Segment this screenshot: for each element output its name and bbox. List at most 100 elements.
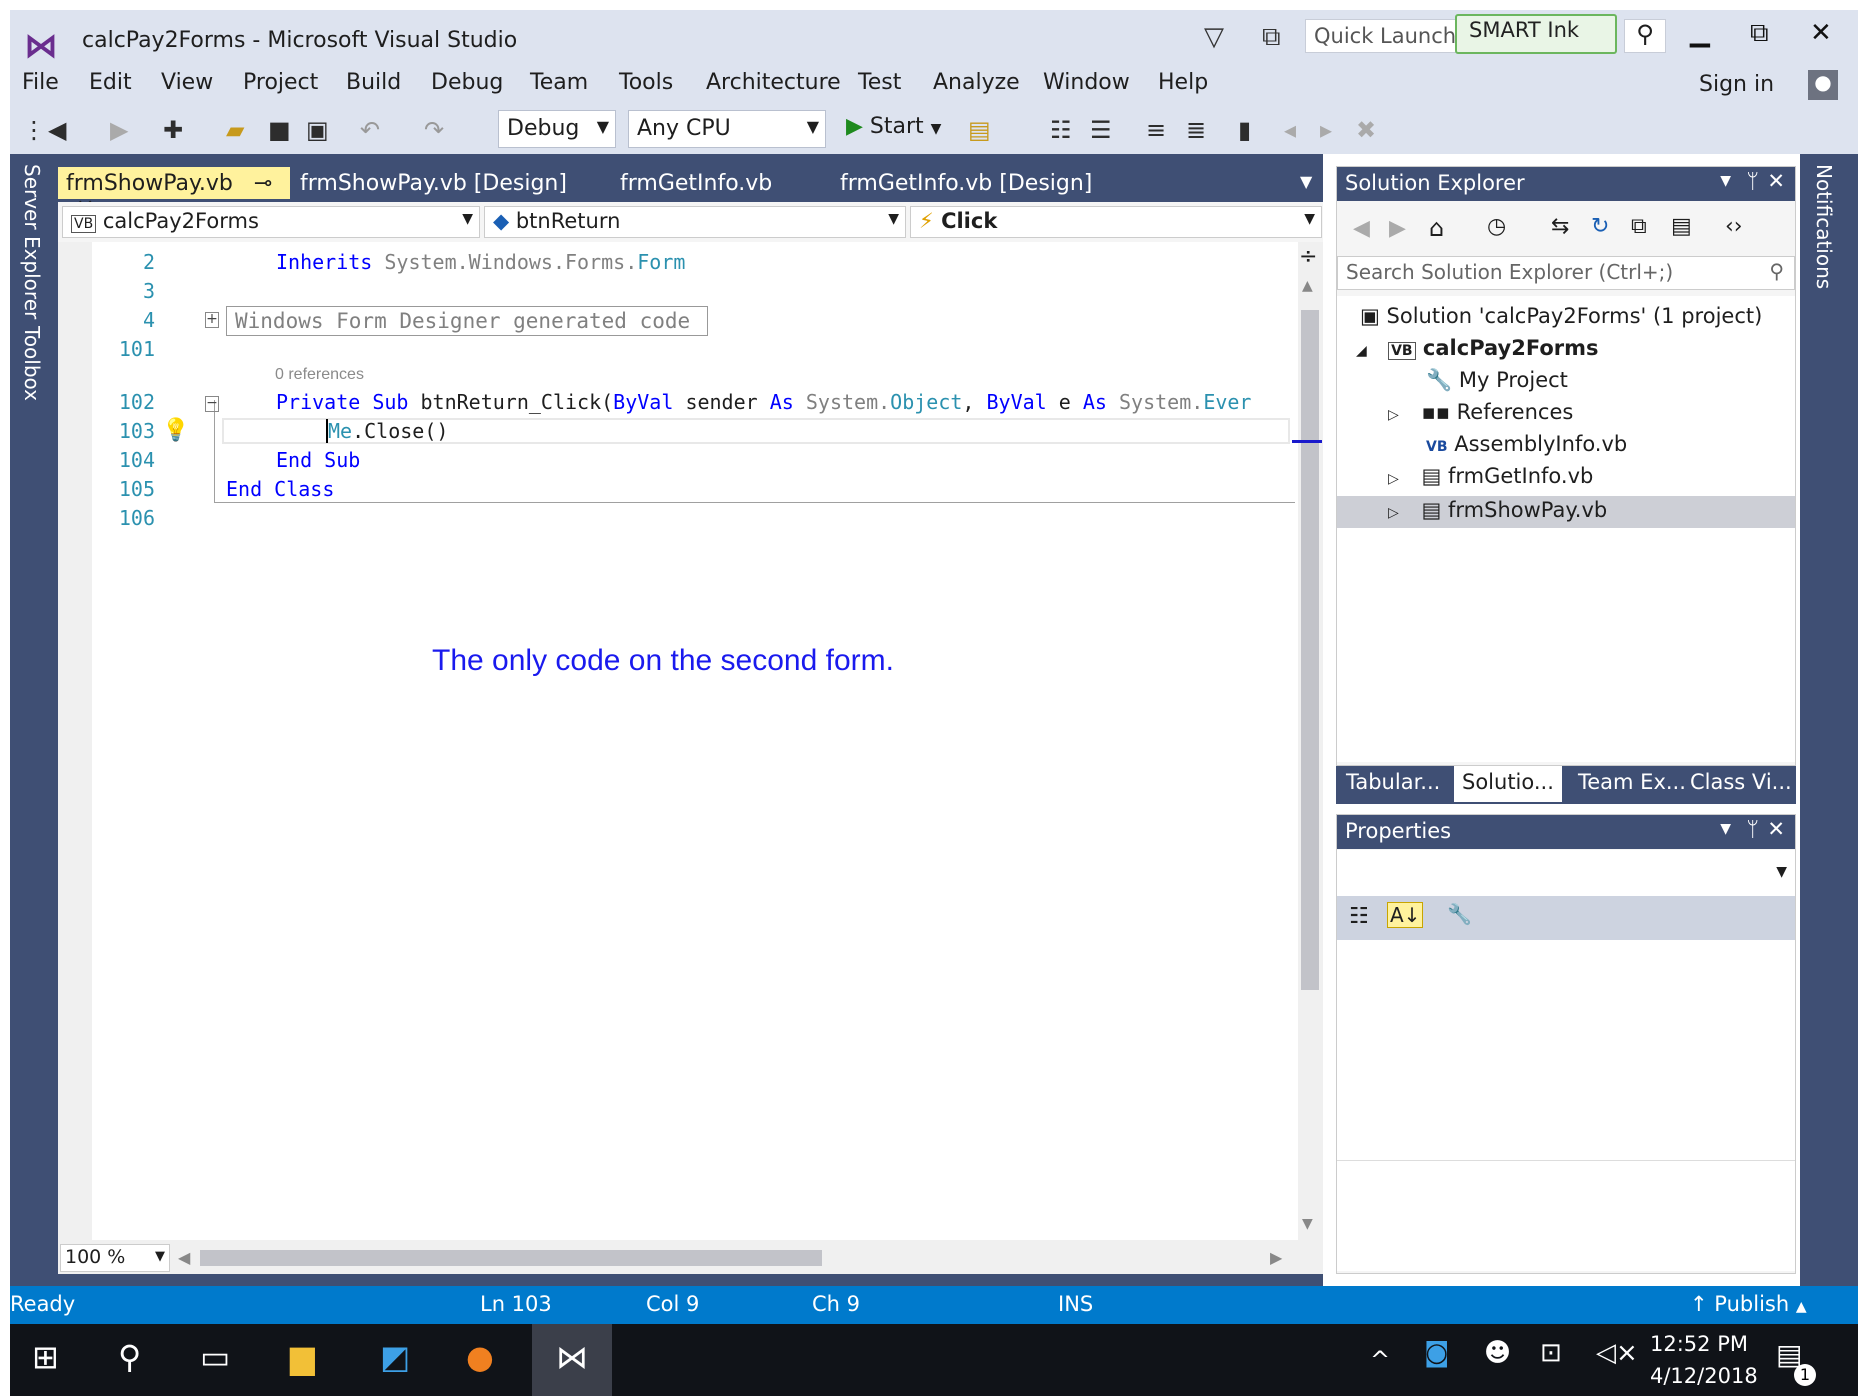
tree-item-solution[interactable]: ▣ Solution 'calcPay2Forms' (1 project) <box>1360 304 1762 328</box>
event-dropdown[interactable]: ⚡ Click ▼ <box>910 206 1322 238</box>
uncomment-icon[interactable]: ≣ <box>1186 116 1206 144</box>
volume-mute-icon[interactable]: ◁× <box>1596 1338 1638 1368</box>
tree-item-frmgetinfo[interactable]: ▷ ▤ frmGetInfo.vb <box>1388 464 1593 488</box>
network-icon[interactable]: ⊡ <box>1540 1338 1562 1368</box>
close-panel-icon[interactable]: ✕ <box>1767 817 1785 841</box>
previous-bookmark-icon[interactable]: ◂ <box>1284 116 1296 144</box>
close-panel-icon[interactable]: ✕ <box>1767 169 1785 193</box>
configuration-select[interactable]: Debug ▼ <box>498 110 616 148</box>
collapsed-region[interactable]: Windows Form Designer generated code <box>226 306 708 336</box>
refresh-icon[interactable]: ↻ <box>1591 214 1609 239</box>
project-dropdown[interactable]: VB calcPay2Forms ▼ <box>62 206 480 238</box>
start-debugging-button[interactable]: ▶ Start ▼ <box>846 114 941 139</box>
sync-icon[interactable]: ⇆ <box>1551 214 1569 239</box>
windows-start-icon[interactable]: ⊞ <box>32 1338 59 1376</box>
zoom-select[interactable]: 100 % ▼ <box>60 1244 170 1272</box>
menu-project[interactable]: Project <box>243 70 318 95</box>
save-all-icon[interactable]: ▣ <box>306 116 329 144</box>
codelens-references[interactable]: 0 references <box>275 366 364 384</box>
tray-bear-icon[interactable]: ☻ <box>1484 1338 1511 1368</box>
expand-arrow-icon[interactable]: ▷ <box>1388 407 1399 423</box>
menu-tools[interactable]: Tools <box>619 70 673 95</box>
redo-icon[interactable]: ↷ <box>424 116 444 144</box>
menu-analyze[interactable]: Analyze <box>933 70 1020 95</box>
clock-time[interactable]: 12:52 PM <box>1650 1332 1748 1356</box>
menu-file[interactable]: File <box>22 70 59 95</box>
tree-item-assemblyinfo[interactable]: VB AssemblyInfo.vb <box>1426 432 1627 456</box>
scroll-right-icon[interactable]: ▶ <box>1270 1248 1282 1267</box>
tree-item-references[interactable]: ▷ ▪▪ References <box>1388 400 1573 424</box>
server-explorer-tab[interactable]: Server Explorer <box>20 164 44 319</box>
tab-frmshowpay-vb[interactable]: frmShowPay.vb ⊸ ✕ <box>58 167 290 221</box>
tab-frmshowpay-design[interactable]: frmShowPay.vb [Design] <box>292 167 575 199</box>
home-icon[interactable]: ⌂ <box>1429 214 1444 242</box>
tab-team-explorer[interactable]: Team Ex... <box>1570 770 1694 794</box>
menu-help[interactable]: Help <box>1158 70 1208 95</box>
tab-tabular[interactable]: Tabular... <box>1338 770 1448 794</box>
sign-in-link[interactable]: Sign in <box>1699 72 1774 97</box>
comment-icon[interactable]: ≡ <box>1146 116 1166 144</box>
menu-window[interactable]: Window <box>1043 70 1130 95</box>
platform-select[interactable]: Any CPU ▼ <box>628 110 826 148</box>
alphabetical-icon[interactable]: A↓ <box>1387 902 1424 928</box>
notes-app-icon[interactable]: ◩ <box>380 1338 410 1376</box>
close-window-button[interactable]: ✕ <box>1810 18 1832 48</box>
toolbox-tab[interactable]: Toolbox <box>20 326 44 401</box>
menu-edit[interactable]: Edit <box>89 70 132 95</box>
find-in-files-icon[interactable]: ▤ <box>968 116 991 144</box>
publish-button[interactable]: ↑ Publish ▲ <box>1690 1292 1807 1316</box>
visual-studio-taskbar-icon[interactable]: ⋈ <box>556 1338 588 1376</box>
minimize-button[interactable]: ▁ <box>1690 18 1710 48</box>
horizontal-scroll-thumb[interactable] <box>200 1250 822 1266</box>
menu-view[interactable]: View <box>161 70 213 95</box>
firefox-icon[interactable]: ● <box>466 1338 494 1376</box>
menu-team[interactable]: Team <box>530 70 588 95</box>
next-bookmark-icon[interactable]: ▸ <box>1320 116 1332 144</box>
open-file-icon[interactable]: ▰ <box>226 116 244 144</box>
undo-icon[interactable]: ↶ <box>360 116 380 144</box>
navigate-back-icon[interactable]: ◀ <box>48 116 66 144</box>
filter-icon[interactable]: ▽ <box>1204 22 1224 52</box>
collapse-all-icon[interactable]: ⧉ <box>1631 214 1647 239</box>
tree-item-frmshowpay[interactable]: ▷ ▤ frmShowPay.vb <box>1388 498 1607 522</box>
scroll-left-icon[interactable]: ◀ <box>178 1248 190 1267</box>
pending-changes-icon[interactable]: ◷ <box>1487 214 1506 239</box>
forward-icon[interactable]: ▶ <box>1389 216 1406 241</box>
file-explorer-icon[interactable]: ▆ <box>290 1338 315 1376</box>
pin-icon[interactable]: ᛘ <box>1746 169 1759 193</box>
vertical-scroll-thumb[interactable] <box>1301 310 1319 990</box>
expand-arrow-icon[interactable]: ▷ <box>1388 505 1399 521</box>
split-editor-icon[interactable]: ÷ <box>1299 244 1317 269</box>
tab-solution-explorer[interactable]: Solutio... <box>1454 766 1562 802</box>
window-position-icon[interactable]: ▼ <box>1720 821 1731 837</box>
search-icon[interactable]: ⚲ <box>118 1338 141 1376</box>
navigate-forward-icon[interactable]: ▶ <box>110 116 128 144</box>
tree-item-my-project[interactable]: 🔧 My Project <box>1426 368 1568 393</box>
window-position-icon[interactable]: ▼ <box>1720 173 1731 189</box>
smart-ink-button[interactable]: SMART Ink <box>1455 14 1617 54</box>
tray-app-icon[interactable]: ◙ <box>1424 1338 1449 1368</box>
tab-frmgetinfo-design[interactable]: frmGetInfo.vb [Design] <box>832 167 1100 199</box>
notifications-tab[interactable]: Notifications <box>1812 164 1836 289</box>
menu-test[interactable]: Test <box>858 70 901 95</box>
restore-button[interactable]: ⧉ <box>1750 18 1769 49</box>
menu-build[interactable]: Build <box>346 70 401 95</box>
clear-bookmarks-icon[interactable]: ✖ <box>1356 116 1376 144</box>
tree-item-project[interactable]: ◢ VB calcPay2Forms <box>1356 336 1599 360</box>
feedback-icon[interactable]: ⧉ <box>1262 22 1281 53</box>
property-pages-icon[interactable]: 🔧 <box>1447 902 1472 926</box>
properties-object-select[interactable]: ▼ <box>1337 850 1795 896</box>
account-icon[interactable]: ● <box>1808 70 1838 100</box>
expand-region-icon[interactable]: + <box>205 312 219 328</box>
collapse-method-icon[interactable]: − <box>205 396 219 412</box>
tab-overflow-icon[interactable]: ▼ <box>1300 172 1312 191</box>
pin-icon[interactable]: ᛘ <box>1746 817 1759 841</box>
properties-toolbar-icon[interactable]: ☰ <box>1090 116 1112 144</box>
categorized-icon[interactable]: ☷ <box>1349 904 1369 929</box>
chevron-up-icon[interactable]: ^ <box>1370 1346 1390 1374</box>
scroll-down-icon[interactable]: ▼ <box>1302 1216 1313 1232</box>
task-view-icon[interactable]: ▭ <box>200 1338 230 1376</box>
scroll-up-icon[interactable]: ▲ <box>1302 278 1313 294</box>
solution-search-input[interactable]: Search Solution Explorer (Ctrl+;) ⚲ <box>1337 256 1795 290</box>
expand-arrow-icon[interactable]: ▷ <box>1388 471 1399 487</box>
